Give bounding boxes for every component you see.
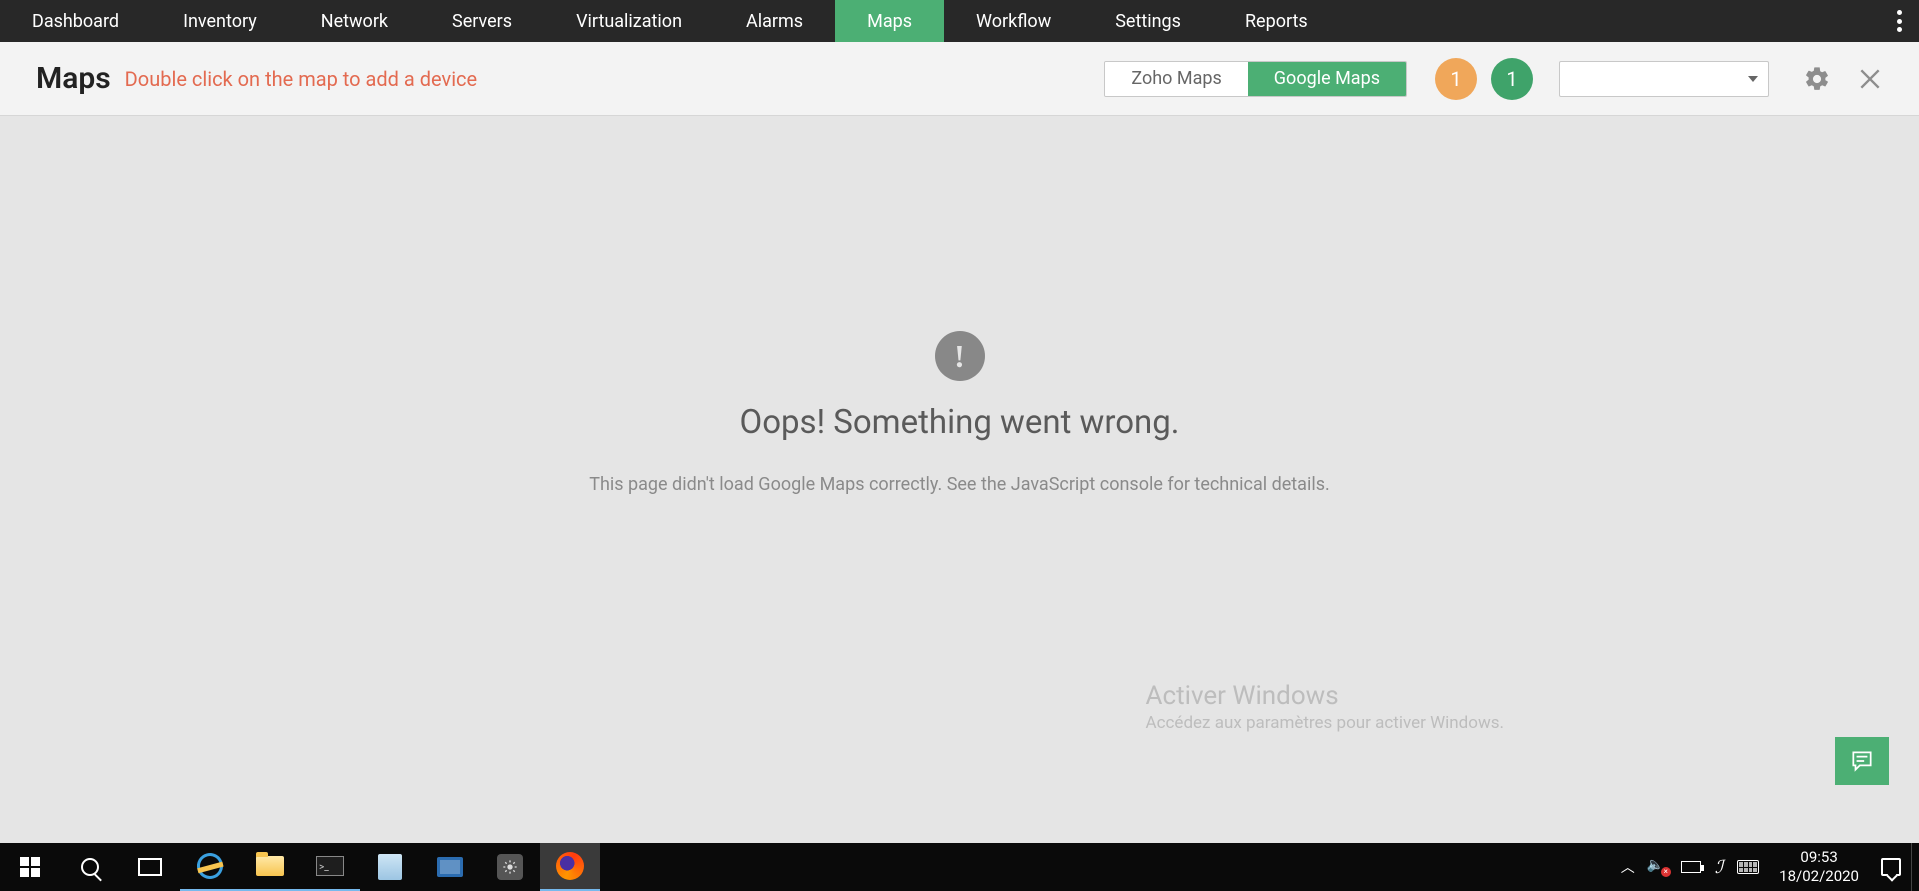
- taskbar-app-settings[interactable]: [480, 843, 540, 891]
- chat-icon: [1848, 748, 1876, 774]
- chevron-up-icon: ︿: [1621, 857, 1635, 877]
- map-select-dropdown[interactable]: [1559, 61, 1769, 97]
- taskbar-app-ie[interactable]: [180, 843, 240, 891]
- windows-activation-watermark: Activer Windows Accédez aux paramètres p…: [1146, 681, 1504, 733]
- map-provider-toggle: Zoho Maps Google Maps: [1104, 61, 1407, 97]
- script-icon: ℐ: [1715, 857, 1723, 878]
- chat-button[interactable]: [1835, 737, 1889, 785]
- task-view-icon: [138, 858, 162, 876]
- tray-volume-button[interactable]: ×: [1649, 859, 1667, 875]
- system-tray: ︿ × ℐ: [1613, 857, 1767, 878]
- tray-battery-button[interactable]: [1681, 861, 1701, 873]
- taskbar-app-cmd[interactable]: [300, 843, 360, 891]
- clock-date: 18/02/2020: [1779, 867, 1859, 887]
- nav-servers[interactable]: Servers: [420, 0, 544, 42]
- tray-script-button[interactable]: ℐ: [1715, 857, 1723, 878]
- settings-button[interactable]: [1803, 65, 1831, 93]
- folder-icon: [256, 856, 284, 876]
- notification-icon: [1881, 858, 1901, 876]
- nav-dashboard[interactable]: Dashboard: [0, 0, 151, 42]
- clock-time: 09:53: [1779, 848, 1859, 868]
- close-icon: [1857, 66, 1883, 92]
- chevron-down-icon: [1748, 76, 1758, 82]
- status-badge-orange[interactable]: 1: [1435, 58, 1477, 100]
- error-title: Oops! Something went wrong.: [739, 403, 1179, 442]
- keyboard-icon: [1737, 860, 1759, 874]
- taskbar-app-generic[interactable]: [420, 843, 480, 891]
- watermark-title: Activer Windows: [1146, 681, 1504, 711]
- status-badge-green[interactable]: 1: [1491, 58, 1533, 100]
- nav-network[interactable]: Network: [289, 0, 420, 42]
- error-subtitle: This page didn't load Google Maps correc…: [589, 474, 1330, 495]
- page-title: Maps: [36, 61, 111, 96]
- tray-overflow-button[interactable]: ︿: [1621, 857, 1635, 877]
- nav-alarms[interactable]: Alarms: [714, 0, 835, 42]
- tray-keyboard-button[interactable]: [1737, 860, 1759, 874]
- subheader: Maps Double click on the map to add a de…: [0, 42, 1919, 116]
- taskbar-app-notepad[interactable]: [360, 843, 420, 891]
- task-view-button[interactable]: [120, 843, 180, 891]
- nav-settings[interactable]: Settings: [1083, 0, 1213, 42]
- start-button[interactable]: [0, 843, 60, 891]
- taskbar-app-firefox[interactable]: [540, 843, 600, 891]
- battery-icon: [1681, 861, 1701, 873]
- nav-workflow[interactable]: Workflow: [944, 0, 1083, 42]
- more-menu-button[interactable]: [1879, 0, 1919, 42]
- taskbar-clock[interactable]: 09:53 18/02/2020: [1767, 848, 1871, 887]
- kebab-icon: [1897, 10, 1902, 32]
- subheader-hint: Double click on the map to add a device: [125, 67, 477, 91]
- zoho-maps-toggle[interactable]: Zoho Maps: [1105, 62, 1247, 96]
- error-icon: !: [935, 331, 985, 381]
- close-button[interactable]: [1857, 66, 1883, 92]
- nav-reports[interactable]: Reports: [1213, 0, 1340, 42]
- windows-icon: [20, 857, 40, 877]
- gear-icon: [497, 854, 523, 880]
- nav-inventory[interactable]: Inventory: [151, 0, 289, 42]
- show-desktop-button[interactable]: [1911, 843, 1919, 891]
- search-icon: [81, 858, 99, 876]
- google-maps-toggle[interactable]: Google Maps: [1248, 62, 1406, 96]
- map-canvas[interactable]: ! Oops! Something went wrong. This page …: [0, 116, 1919, 843]
- action-center-button[interactable]: [1871, 858, 1911, 876]
- windows-taskbar: ︿ × ℐ 09:53 18/02/2020: [0, 843, 1919, 891]
- nav-maps[interactable]: Maps: [835, 0, 944, 42]
- taskbar-app-explorer[interactable]: [240, 843, 300, 891]
- top-nav: Dashboard Inventory Network Servers Virt…: [0, 0, 1919, 42]
- taskbar-search-button[interactable]: [60, 843, 120, 891]
- watermark-subtitle: Accédez aux paramètres pour activer Wind…: [1146, 713, 1504, 733]
- notepad-icon: [378, 854, 402, 880]
- volume-muted-icon: ×: [1649, 859, 1667, 875]
- app-icon: [437, 857, 463, 877]
- terminal-icon: [316, 856, 344, 876]
- internet-explorer-icon: [194, 850, 226, 882]
- nav-virtualization[interactable]: Virtualization: [544, 0, 714, 42]
- firefox-icon: [556, 852, 584, 880]
- gear-icon: [1803, 65, 1831, 93]
